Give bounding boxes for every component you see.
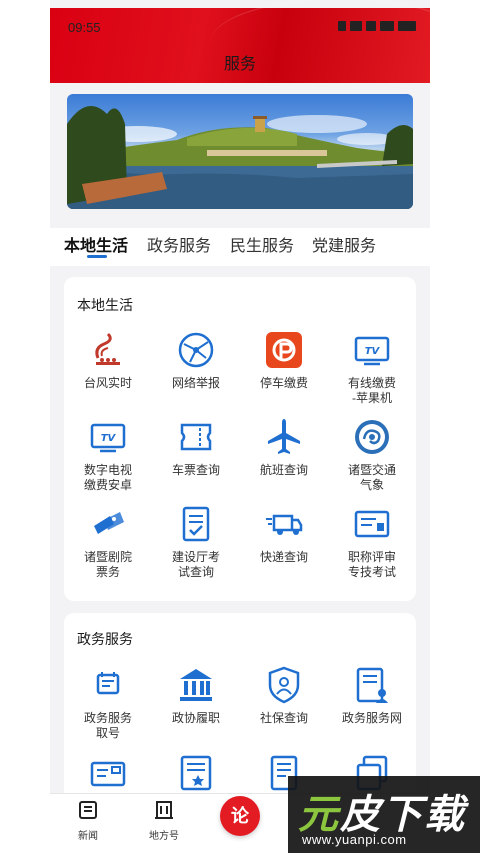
service-label: 政务服务 取号	[83, 711, 132, 740]
government-building-icon	[180, 669, 212, 701]
service-label: 诸暨剧院 票务	[83, 550, 132, 579]
gov-service-web-icon	[356, 667, 388, 703]
section-title: 政务服务	[77, 631, 133, 647]
local-life-card: 本地生活 台风实时 网络举报 停车缴费 TV 有线缴费 -苹果机 TV 数字电视…	[64, 277, 416, 601]
delivery-truck-icon	[266, 514, 303, 535]
service-traffic-weather[interactable]: 诸暨交通 气象	[328, 417, 416, 493]
nav-news[interactable]: 新闻	[58, 800, 118, 842]
service-document-star[interactable]	[152, 753, 240, 793]
service-cppcc[interactable]: 政协履职	[152, 665, 240, 726]
service-label: 建设厅考 试查询	[171, 550, 220, 579]
ticket-icon	[180, 423, 212, 451]
status-icons	[338, 21, 416, 31]
page-title: 服务	[223, 56, 256, 73]
banner-landscape	[67, 106, 413, 209]
service-delivery-query[interactable]: 快递查询	[240, 504, 328, 565]
service-cable-payment[interactable]: TV 有线缴费 -苹果机	[328, 330, 416, 406]
news-icon	[79, 801, 97, 819]
id-card-icon	[90, 761, 126, 787]
nav-local[interactable]: 地方号	[134, 800, 194, 842]
service-network-report[interactable]: 网络举报	[152, 330, 240, 391]
service-digital-tv[interactable]: TV 数字电视 缴费安卓	[64, 417, 152, 493]
service-parking[interactable]: 停车缴费	[240, 330, 328, 391]
speed-icon	[350, 21, 362, 31]
digital-tv-icon: TV	[90, 423, 126, 453]
service-ticket-query[interactable]: 车票查询	[152, 417, 240, 478]
parking-payment-icon	[266, 332, 302, 368]
title-review-icon	[354, 510, 390, 538]
tv-payment-icon: TV	[354, 336, 390, 366]
service-label: 数字电视 缴费安卓	[83, 463, 132, 492]
tab-active-indicator	[87, 255, 107, 258]
airplane-icon	[268, 419, 300, 454]
svg-text:TV: TV	[365, 346, 381, 357]
service-label: 车票查询	[171, 463, 220, 477]
service-queue-number[interactable]: 政务服务 取号	[64, 665, 152, 741]
watermark-url: www.yuanpi.com	[302, 832, 407, 847]
header-decoration	[210, 0, 430, 88]
network-report-icon	[178, 332, 214, 368]
document-star-icon	[180, 755, 212, 791]
service-exam-query[interactable]: 建设厅考 试查询	[152, 504, 240, 580]
service-label: 有线缴费 -苹果机	[347, 376, 396, 405]
service-label: 停车缴费	[259, 376, 308, 390]
service-label: 网络举报	[171, 376, 220, 390]
service-label: 诸暨交通 气象	[347, 463, 396, 492]
service-typhoon[interactable]: 台风实时	[64, 330, 152, 391]
tab-gov-services[interactable]: 政务服务	[147, 232, 211, 256]
typhoon-icon	[95, 332, 120, 365]
service-title-review[interactable]: 职称评审 专技考试	[328, 504, 416, 580]
service-flight-query[interactable]: 航班查询	[240, 417, 328, 478]
category-tabs: 本地生活 政务服务 民生服务 党建服务	[50, 228, 430, 266]
tab-local-life[interactable]: 本地生活	[64, 232, 128, 256]
service-label: 政协履职	[171, 711, 220, 725]
app-frame: 09:55 服务 本地生活 政务服务 民生服务 党建服务 本地生活 台风实时 网…	[50, 0, 430, 853]
hd-icon	[366, 21, 376, 31]
building-icon	[155, 801, 173, 819]
tab-livelihood-services[interactable]: 民生服务	[230, 232, 294, 256]
service-label: 政务服务网	[341, 711, 402, 725]
battery-icon	[398, 21, 416, 31]
service-label: 台风实时	[83, 376, 132, 390]
status-time: 09:55	[68, 20, 101, 35]
signal-icon	[380, 21, 394, 31]
service-label: 快递查询	[259, 550, 308, 564]
nav-forum-button[interactable]: 论	[220, 796, 260, 836]
banner-image[interactable]	[67, 94, 413, 209]
section-title: 本地生活	[77, 297, 133, 313]
tab-party-services[interactable]: 党建服务	[312, 232, 376, 256]
nav-local-label: 地方号	[149, 831, 179, 842]
header: 09:55 服务	[50, 8, 430, 83]
nav-news-label: 新闻	[78, 831, 98, 842]
traffic-weather-icon	[355, 420, 389, 454]
social-security-icon	[268, 666, 300, 704]
queue-number-icon	[96, 672, 120, 695]
service-social-security[interactable]: 社保查询	[240, 665, 328, 726]
theater-ticket-icon	[94, 512, 124, 534]
exam-query-icon	[182, 506, 210, 542]
mute-icon	[338, 21, 346, 31]
service-id-card[interactable]	[64, 753, 152, 793]
service-theater-ticket[interactable]: 诸暨剧院 票务	[64, 504, 152, 580]
service-label: 职称评审 专技考试	[347, 550, 396, 579]
svg-text:TV: TV	[101, 433, 117, 444]
service-gov-web[interactable]: 政务服务网	[328, 665, 416, 726]
service-label: 社保查询	[259, 711, 308, 725]
watermark: 元皮下载 www.yuanpi.com	[288, 776, 480, 853]
service-label: 航班查询	[259, 463, 308, 477]
